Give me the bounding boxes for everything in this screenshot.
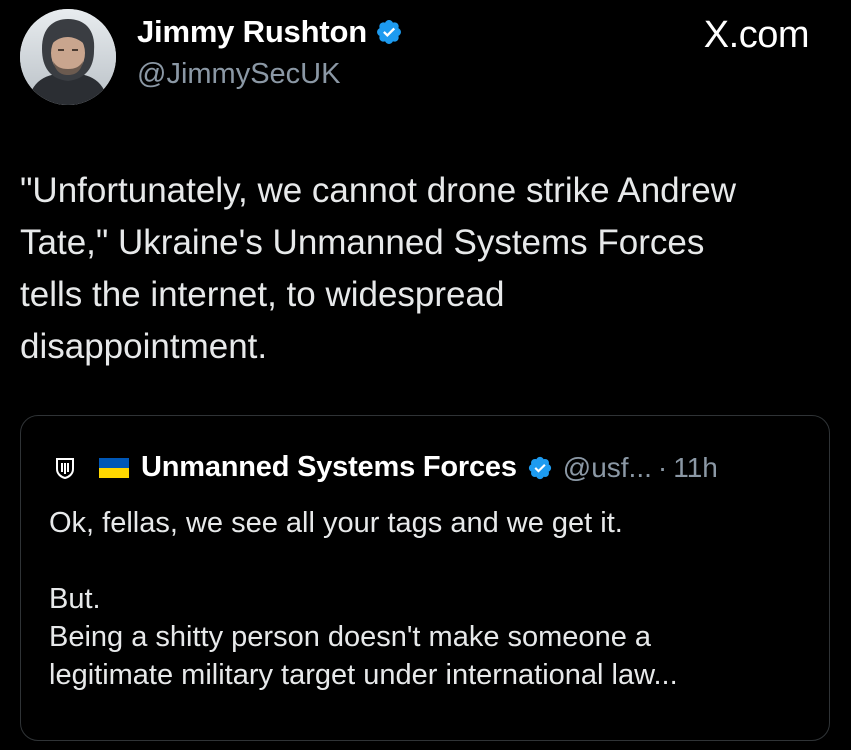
tweet-text-line: tells the internet, to widespread (20, 275, 505, 314)
author-handle[interactable]: @JimmySecUK (137, 58, 340, 91)
tweet-text: "Unfortunately, we cannot drone strike A… (20, 165, 840, 373)
quoted-text-blank-line (49, 542, 819, 580)
unmanned-systems-forces-emblem-icon (53, 456, 77, 480)
quoted-text-line: Ok, fellas, we see all your tags and we … (49, 507, 623, 539)
author-avatar[interactable] (20, 9, 116, 105)
quoted-author-handle[interactable]: @usf... (563, 452, 652, 484)
tweet-text-line: Tate," Ukraine's Unmanned Systems Forces (20, 223, 705, 262)
verified-badge-icon (527, 455, 553, 481)
tweet-text-line: "Unfortunately, we cannot drone strike A… (20, 171, 737, 210)
quoted-author-name[interactable]: Unmanned Systems Forces (141, 451, 517, 484)
quoted-tweet-text: Ok, fellas, we see all your tags and we … (49, 504, 819, 694)
tweet-text-line: disappointment. (20, 327, 268, 366)
quoted-tweet[interactable]: Unmanned Systems Forces @usf... · 11h Ok… (20, 415, 830, 741)
quoted-text-line: But. (49, 583, 101, 615)
header-separator: · (657, 451, 668, 483)
quoted-tweet-header: Unmanned Systems Forces @usf... · 11h (53, 451, 718, 484)
verified-badge-icon (375, 18, 403, 46)
author-name-row: Jimmy Rushton (137, 14, 403, 50)
quoted-tweet-timestamp[interactable]: 11h (673, 452, 718, 484)
author-name[interactable]: Jimmy Rushton (137, 14, 367, 50)
ukraine-flag-icon (99, 457, 129, 478)
profile-photo-icon (20, 9, 116, 105)
x-brand-label: X.com (703, 14, 810, 56)
quoted-text-line: legitimate military target under interna… (49, 659, 678, 691)
tweet-card: Jimmy Rushton @JimmySecUK X.com "Unfortu… (0, 0, 851, 750)
quoted-text-line: Being a shitty person doesn't make someo… (49, 621, 652, 653)
